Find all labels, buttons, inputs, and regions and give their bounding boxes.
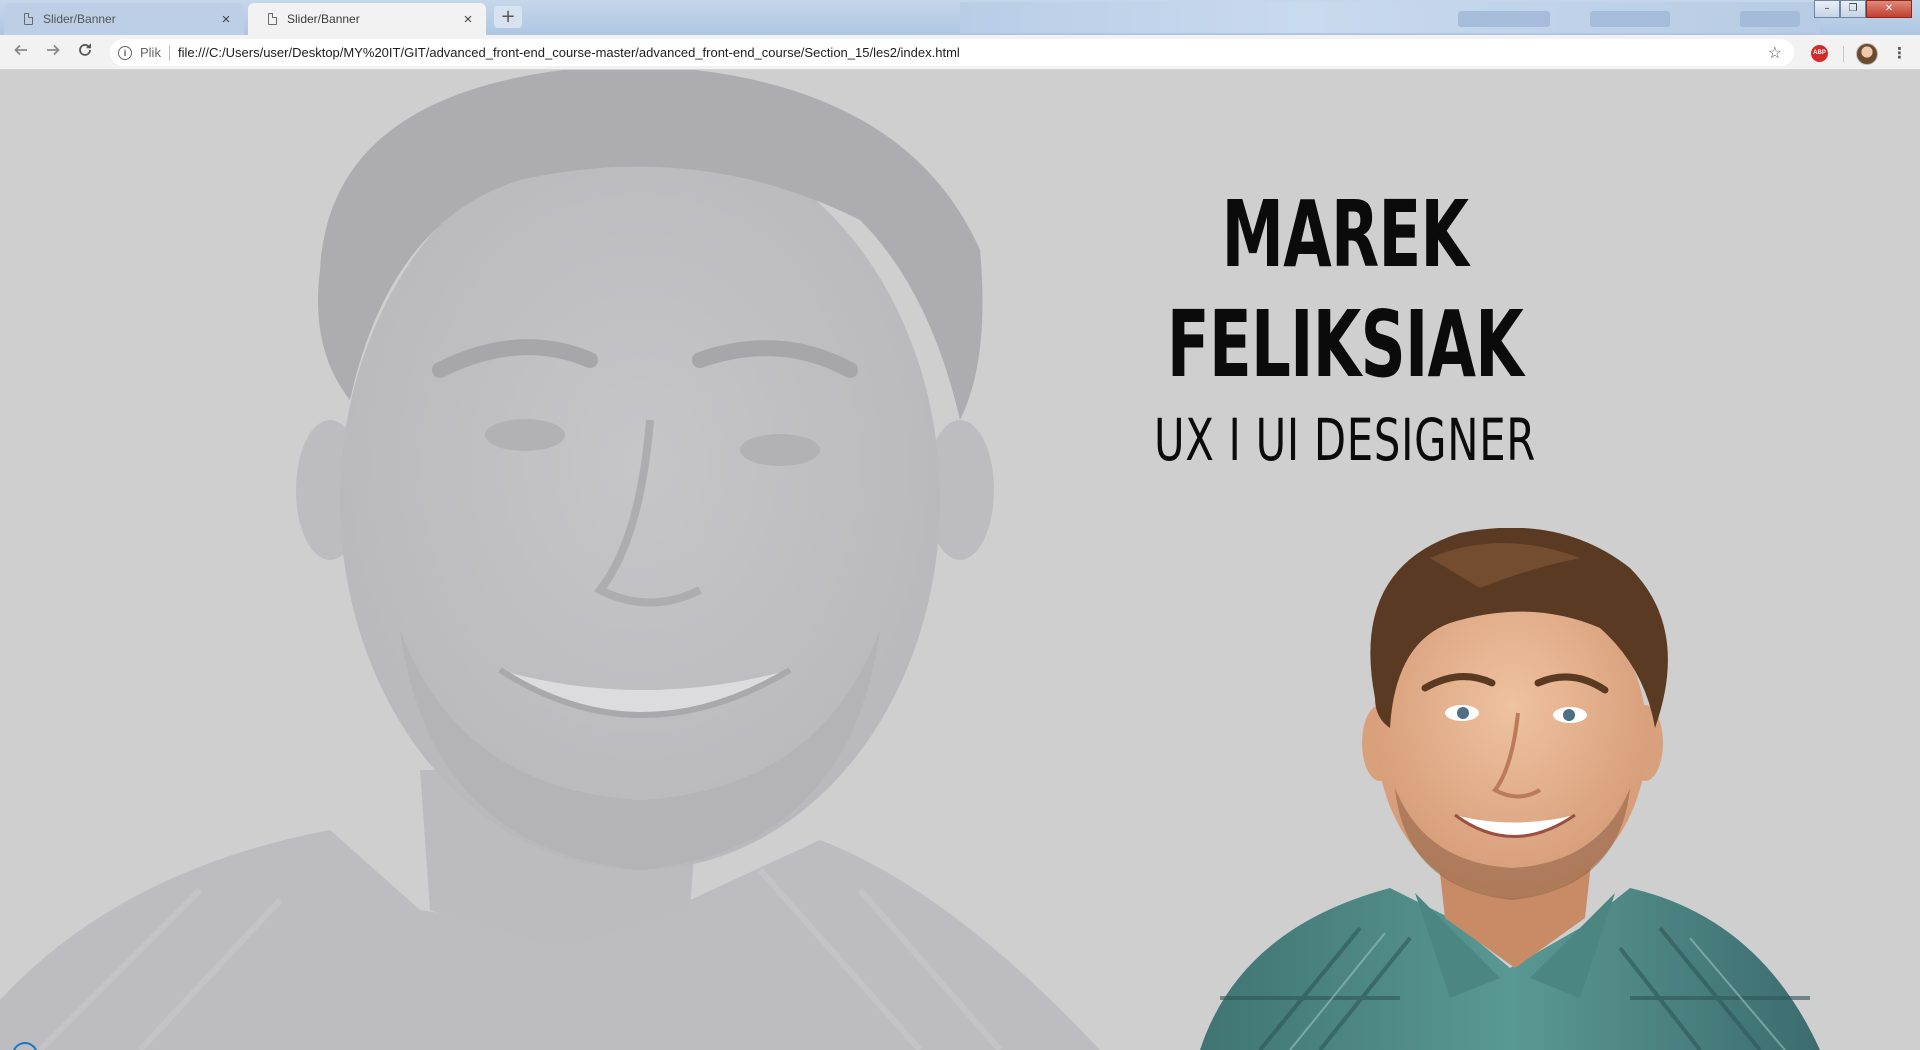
toolbar-divider — [1843, 46, 1844, 62]
info-icon[interactable]: i — [118, 45, 132, 60]
back-button[interactable] — [10, 42, 32, 64]
tab-strip: Slider/Banner × Slider/Banner × + – ❐ ✕ — [0, 0, 1920, 35]
blurred-block — [1458, 11, 1550, 27]
browser-toolbar: i Plik file:///C:/Users/user/Desktop/MY%… — [0, 35, 1920, 70]
reload-icon — [79, 43, 91, 56]
address-scheme-label: Plik — [140, 45, 161, 60]
arrow-right-icon — [47, 44, 60, 56]
tab-title: Slider/Banner — [43, 12, 116, 26]
foreground-portrait-image — [1200, 528, 1820, 1050]
address-url[interactable]: file:///C:/Users/user/Desktop/MY%20IT/GI… — [178, 45, 960, 60]
slider-banner-page: MAREK FELIKSIAK UX I UI DESIGNER — [0, 70, 1920, 1050]
address-bar[interactable]: i Plik file:///C:/Users/user/Desktop/MY%… — [110, 39, 1794, 66]
hero-name-heading: MAREK FELIKSIAK — [1166, 181, 1524, 398]
bookmark-star-icon[interactable]: ☆ — [1768, 43, 1782, 63]
profile-avatar[interactable] — [1856, 43, 1878, 65]
tab-title: Slider/Banner — [287, 12, 360, 26]
reload-button[interactable] — [74, 42, 96, 64]
blurred-block — [1590, 11, 1670, 27]
hero-role-subheading: UX I UI DESIGNER — [1153, 406, 1537, 474]
page-icon — [24, 13, 33, 25]
minimize-button[interactable]: – — [1814, 0, 1840, 18]
hero-text-block: MAREK FELIKSIAK UX I UI DESIGNER — [1020, 180, 1670, 480]
page-icon — [268, 13, 277, 25]
tab-close-icon[interactable]: × — [460, 11, 476, 28]
address-divider — [168, 44, 170, 61]
forward-button[interactable] — [42, 42, 64, 64]
adblock-extension-icon[interactable]: ABP — [1811, 45, 1828, 62]
blurred-taskbar-area — [960, 2, 1820, 33]
tab-close-icon[interactable]: × — [218, 11, 234, 28]
arrow-left-icon — [14, 44, 27, 56]
tab-slider-banner-1[interactable]: Slider/Banner × — [4, 3, 244, 35]
background-portrait-image — [0, 70, 1100, 1050]
tab-slider-banner-2[interactable]: Slider/Banner × — [248, 3, 486, 35]
blurred-block — [1740, 11, 1800, 27]
new-tab-button[interactable]: + — [494, 6, 522, 28]
browser-menu-icon[interactable]: ⋮ — [1892, 44, 1907, 62]
close-window-button[interactable]: ✕ — [1866, 0, 1912, 18]
maximize-button[interactable]: ❐ — [1840, 0, 1866, 18]
